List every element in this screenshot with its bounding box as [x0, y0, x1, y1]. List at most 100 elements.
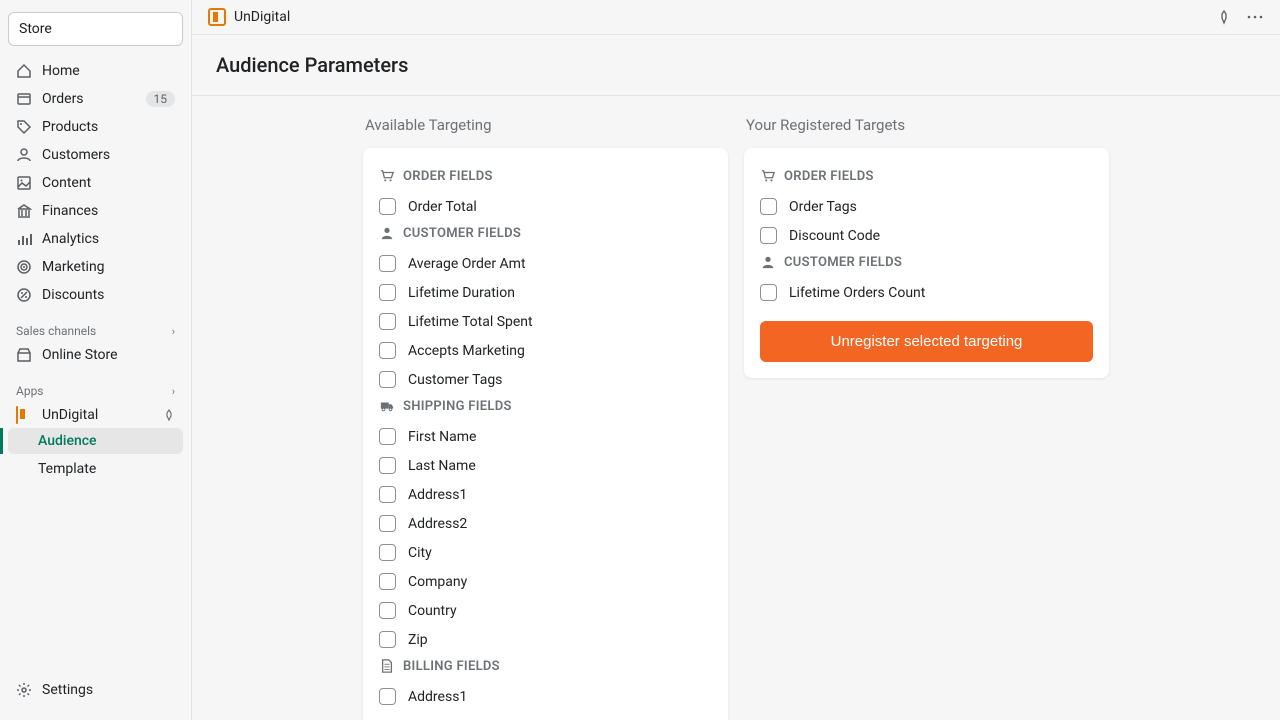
apps-header[interactable]: Apps ›	[8, 370, 183, 402]
checkbox[interactable]	[379, 284, 396, 301]
checkbox[interactable]	[379, 313, 396, 330]
checkbox-row[interactable]: Last Name	[379, 451, 712, 480]
checkbox[interactable]	[379, 486, 396, 503]
checkbox[interactable]	[379, 631, 396, 648]
main-content: UnDigital Audience Parameters Available …	[192, 0, 1280, 720]
section-header: CUSTOMER FIELDS	[379, 225, 712, 241]
section-header-label: ORDER FIELDS	[784, 169, 874, 184]
checkbox-label: Company	[408, 574, 467, 590]
checkbox[interactable]	[379, 457, 396, 474]
sidebar-item-content[interactable]: Content	[8, 170, 183, 196]
checkbox[interactable]	[379, 688, 396, 705]
sidebar-item-marketing[interactable]: Marketing	[8, 254, 183, 280]
checkbox-row[interactable]: Accepts Marketing	[379, 336, 712, 365]
checkbox-label: Zip	[408, 632, 428, 648]
sidebar-item-home[interactable]: Home	[8, 58, 183, 84]
sidebar-item-label: Discounts	[42, 287, 175, 303]
checkbox[interactable]	[379, 602, 396, 619]
checkbox-row[interactable]: Country	[379, 596, 712, 625]
checkbox-label: Customer Tags	[408, 372, 502, 388]
checkbox-row[interactable]: City	[379, 538, 712, 567]
cart-icon	[379, 168, 395, 184]
section-header-label: CUSTOMER FIELDS	[784, 255, 902, 270]
section-header-label: ORDER FIELDS	[403, 169, 493, 184]
checkbox-label: Lifetime Total Spent	[408, 314, 533, 330]
sidebar-item-online-store[interactable]: Online Store	[8, 342, 183, 368]
sidebar-item-undigital[interactable]: UnDigital	[8, 402, 183, 428]
sidebar-item-analytics[interactable]: Analytics	[8, 226, 183, 252]
sidebar-item-label: Marketing	[42, 259, 175, 275]
checkbox-row[interactable]: Address1	[379, 682, 712, 711]
undigital-icon	[208, 8, 226, 26]
checkbox[interactable]	[379, 428, 396, 445]
checkbox-label: Country	[408, 603, 457, 619]
store-selector[interactable]: Store	[8, 12, 183, 46]
sidebar-item-products[interactable]: Products	[8, 114, 183, 140]
checkbox[interactable]	[379, 515, 396, 532]
checkbox[interactable]	[379, 573, 396, 590]
checkbox-label: Order Tags	[789, 199, 857, 215]
column-title: Available Targeting	[363, 116, 728, 134]
checkbox-row[interactable]: Company	[379, 567, 712, 596]
section-header: CUSTOMER FIELDS	[760, 254, 1093, 270]
customers-icon	[16, 147, 32, 163]
checkbox-row[interactable]: Address2	[379, 509, 712, 538]
unregister-button[interactable]: Unregister selected targeting	[760, 321, 1093, 362]
checkbox[interactable]	[379, 544, 396, 561]
more-icon[interactable]	[1246, 9, 1264, 25]
checkbox-row[interactable]: Customer Tags	[379, 365, 712, 394]
sidebar-item-discounts[interactable]: Discounts	[8, 282, 183, 308]
checkbox-row[interactable]: Average Order Amt	[379, 249, 712, 278]
sidebar-item-settings[interactable]: Settings	[8, 676, 183, 704]
checkbox-label: Discount Code	[789, 228, 880, 244]
checkbox-label: Address1	[408, 689, 467, 705]
orders-icon	[16, 91, 32, 107]
available-targeting-column: Available Targeting ORDER FIELDS Order To…	[363, 116, 728, 720]
discounts-icon	[16, 287, 32, 303]
topbar-title: UnDigital	[234, 9, 290, 25]
checkbox[interactable]	[379, 198, 396, 215]
marketing-icon	[16, 259, 32, 275]
sales-channels-header[interactable]: Sales channels ›	[8, 310, 183, 342]
checkbox[interactable]	[760, 284, 777, 301]
subnav-item-audience[interactable]: Audience	[8, 428, 183, 454]
page-title: Audience Parameters	[216, 53, 1256, 77]
checkbox-label: Order Total	[408, 199, 477, 215]
subnav-item-template[interactable]: Template	[8, 456, 183, 482]
sidebar-item-label: Customers	[42, 147, 175, 163]
section-header: SHIPPING FIELDS	[379, 398, 712, 414]
topbar: UnDigital	[192, 0, 1280, 35]
gear-icon	[16, 682, 32, 698]
checkbox-row[interactable]: Lifetime Orders Count	[760, 278, 1093, 307]
sidebar-item-finances[interactable]: Finances	[8, 198, 183, 224]
pin-icon[interactable]	[1216, 9, 1232, 25]
checkbox-row[interactable]: Lifetime Duration	[379, 278, 712, 307]
checkbox-row[interactable]: Order Tags	[760, 192, 1093, 221]
analytics-icon	[16, 231, 32, 247]
checkbox[interactable]	[379, 342, 396, 359]
sidebar: Store HomeOrders15Products Customers Conte…	[0, 0, 192, 720]
checkbox-label: First Name	[408, 429, 476, 445]
checkbox-row[interactable]: Address1	[379, 480, 712, 509]
checkbox[interactable]	[379, 371, 396, 388]
checkbox-label: City	[408, 545, 432, 561]
checkbox-row[interactable]: First Name	[379, 422, 712, 451]
checkbox-row[interactable]: Zip	[379, 625, 712, 654]
checkbox-row[interactable]: Discount Code	[760, 221, 1093, 250]
page-header: Audience Parameters	[192, 35, 1280, 96]
sidebar-item-customers[interactable]: Customers	[8, 142, 183, 168]
finances-icon	[16, 203, 32, 219]
chevron-right-icon: ›	[172, 325, 175, 338]
checkbox[interactable]	[379, 255, 396, 272]
checkbox-row[interactable]: Lifetime Total Spent	[379, 307, 712, 336]
pin-icon[interactable]	[163, 409, 175, 421]
content-icon	[16, 175, 32, 191]
sidebar-item-label: Analytics	[42, 231, 175, 247]
checkbox-label: Address1	[408, 487, 467, 503]
checkbox-label: Lifetime Orders Count	[789, 285, 925, 301]
checkbox[interactable]	[760, 227, 777, 244]
checkbox-row[interactable]: Order Total	[379, 192, 712, 221]
checkbox[interactable]	[760, 198, 777, 215]
sidebar-item-orders[interactable]: Orders15	[8, 86, 183, 112]
sidebar-item-label: Content	[42, 175, 175, 191]
